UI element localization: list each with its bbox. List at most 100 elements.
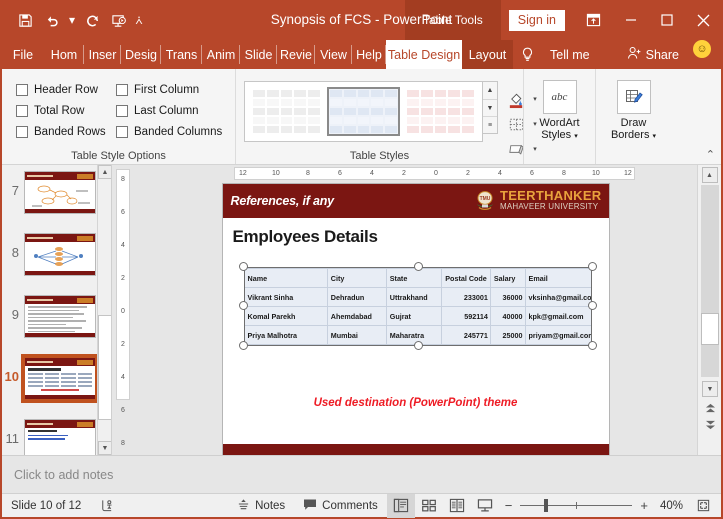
- comments-button[interactable]: Comments: [294, 494, 387, 518]
- checkbox-first-column[interactable]: First Column: [116, 80, 234, 99]
- tab-file[interactable]: File: [2, 40, 44, 69]
- scroll-track[interactable]: [701, 185, 719, 377]
- thumbnail-preview-10[interactable]: [21, 354, 99, 403]
- cell-email-2[interactable]: kpk@gmail.com: [524, 306, 592, 326]
- tab-animations[interactable]: Anim: [202, 40, 240, 69]
- zoom-thumb[interactable]: [544, 499, 549, 512]
- cell-email-1[interactable]: vksinha@gmail.com: [524, 287, 592, 307]
- thumbnail-scroll-up-icon[interactable]: ▲: [98, 165, 111, 179]
- thumbnail-preview-11[interactable]: [24, 419, 96, 455]
- notes-button[interactable]: Notes: [228, 494, 294, 518]
- cell-salary-2[interactable]: 40000: [489, 306, 526, 326]
- thumbnail-preview-7[interactable]: [24, 171, 96, 214]
- thumbnail-scroll-thumb[interactable]: [98, 315, 111, 420]
- cell-state-1[interactable]: Uttrakhand: [385, 287, 443, 307]
- total-row-checkbox-box[interactable]: [16, 104, 28, 117]
- share-button[interactable]: Share: [619, 40, 687, 69]
- tab-slide-show[interactable]: Slide: [240, 40, 277, 69]
- zoom-in-button[interactable]: +: [640, 498, 648, 513]
- cell-name-3[interactable]: Priya Malhotra: [243, 325, 328, 345]
- thumbnail-slide-7[interactable]: 7: [2, 165, 111, 227]
- checkbox-header-row[interactable]: Header Row: [16, 80, 116, 99]
- cell-postal-1[interactable]: 233001: [441, 287, 491, 307]
- table-header-city[interactable]: City: [326, 268, 387, 288]
- zoom-percentage[interactable]: 40%: [654, 500, 689, 512]
- previous-slide-icon[interactable]: [702, 401, 718, 415]
- scroll-up-icon[interactable]: ▲: [701, 167, 718, 183]
- slide-vertical-scrollbar[interactable]: ▲ ▼: [697, 165, 721, 455]
- thumbnail-preview-8[interactable]: [24, 233, 96, 276]
- table-style-plain[interactable]: [250, 87, 323, 136]
- normal-view-button[interactable]: [386, 493, 415, 518]
- employees-table-container[interactable]: Name City State Postal Code Salary Email…: [238, 262, 597, 350]
- horizontal-ruler[interactable]: 12 10 8 6 4 2 0 2 4 6 8 10 12: [134, 165, 697, 181]
- table-header-state[interactable]: State: [385, 268, 443, 288]
- undo-dropdown-icon[interactable]: ▾: [66, 7, 78, 33]
- cell-salary-1[interactable]: 36000: [489, 287, 526, 307]
- employees-table[interactable]: Name City State Postal Code Salary Email…: [243, 268, 592, 345]
- zoom-slider[interactable]: − +: [499, 498, 654, 513]
- table-header-name[interactable]: Name: [243, 268, 328, 288]
- tab-view[interactable]: View: [315, 40, 352, 69]
- scroll-thumb[interactable]: [701, 313, 719, 345]
- ribbon-display-options-icon[interactable]: [573, 0, 613, 40]
- save-icon[interactable]: [12, 7, 38, 33]
- resize-handle-top-center[interactable]: [413, 262, 423, 271]
- cell-postal-2[interactable]: 592114: [441, 306, 491, 326]
- notes-pane[interactable]: Click to add notes: [2, 455, 721, 493]
- vertical-ruler[interactable]: 8 6 4 2 0 2 4 6 8: [112, 165, 134, 455]
- tab-insert[interactable]: Inser: [84, 40, 121, 69]
- accessibility-checker-icon[interactable]: [90, 494, 123, 518]
- cell-email-3[interactable]: priyam@gmail.com: [524, 325, 592, 345]
- slide-caption[interactable]: Used destination (PowerPoint) theme: [223, 397, 609, 409]
- zoom-track[interactable]: [520, 499, 633, 512]
- last-column-checkbox-box[interactable]: [116, 104, 128, 117]
- resize-handle-middle-left[interactable]: [238, 301, 248, 310]
- resize-handle-bottom-center[interactable]: [413, 341, 423, 350]
- scroll-down-icon[interactable]: ▼: [702, 381, 718, 397]
- minimize-icon[interactable]: [613, 0, 649, 40]
- resize-handle-top-right[interactable]: [587, 262, 597, 271]
- tab-design[interactable]: Desig: [121, 40, 161, 69]
- fit-slide-to-window-icon[interactable]: [689, 494, 717, 518]
- slide-indicator[interactable]: Slide 10 of 12: [2, 494, 90, 518]
- wordart-styles-dropdown-icon[interactable]: ▾: [574, 133, 578, 140]
- redo-icon[interactable]: [79, 7, 105, 33]
- thumbnail-slide-8[interactable]: 8: [2, 227, 111, 289]
- thumbnail-preview-9[interactable]: [24, 295, 96, 338]
- tab-layout[interactable]: Layout: [462, 40, 513, 69]
- table-header-email[interactable]: Email: [524, 268, 592, 288]
- cell-city-2[interactable]: Ahemdabad: [326, 306, 387, 326]
- tab-transitions[interactable]: Trans: [161, 40, 202, 69]
- collapse-ribbon-icon[interactable]: ⌃: [706, 148, 715, 161]
- resize-handle-top-left[interactable]: [238, 262, 248, 271]
- slide-show-button[interactable]: [471, 494, 499, 518]
- thumbnail-scrollbar[interactable]: ▲ ▼: [97, 165, 111, 455]
- gallery-scroll-down-icon[interactable]: ▼: [483, 99, 497, 116]
- table-style-blue-banded[interactable]: [327, 87, 400, 136]
- sign-in-button[interactable]: Sign in: [508, 9, 565, 31]
- cell-state-2[interactable]: Gujrat: [385, 306, 443, 326]
- cell-name-2[interactable]: Komal Parekh: [243, 306, 328, 326]
- cell-state-3[interactable]: Maharatra: [385, 325, 443, 345]
- cell-city-1[interactable]: Dehradun: [326, 287, 387, 307]
- table-styles-gallery[interactable]: [244, 81, 483, 142]
- gallery-more-icon[interactable]: ≡: [483, 116, 497, 133]
- close-icon[interactable]: [685, 0, 721, 40]
- header-row-checkbox-box[interactable]: [16, 83, 28, 96]
- cell-salary-3[interactable]: 25000: [489, 325, 526, 345]
- table-header-salary[interactable]: Salary: [489, 268, 526, 288]
- cell-city-3[interactable]: Mumbai: [326, 325, 387, 345]
- checkbox-banded-rows[interactable]: Banded Rows: [16, 122, 116, 141]
- checkbox-banded-columns[interactable]: Banded Columns: [116, 122, 234, 141]
- maximize-icon[interactable]: [649, 0, 685, 40]
- wordart-styles-button[interactable]: abc WordArt Styles ▾: [527, 75, 593, 143]
- tell-me-lightbulb-icon[interactable]: [513, 40, 542, 69]
- draw-borders-dropdown-icon[interactable]: ▾: [653, 133, 657, 140]
- start-presentation-icon[interactable]: [106, 7, 132, 33]
- thumbnail-slide-11[interactable]: 11: [2, 413, 111, 455]
- slide-surface[interactable]: References, if any TMU TEERTHANKER MAHAV…: [221, 183, 610, 455]
- draw-borders-button[interactable]: Draw Borders ▾: [601, 75, 667, 143]
- tab-home[interactable]: Hom: [44, 40, 84, 69]
- banded-rows-checkbox-box[interactable]: [16, 125, 28, 138]
